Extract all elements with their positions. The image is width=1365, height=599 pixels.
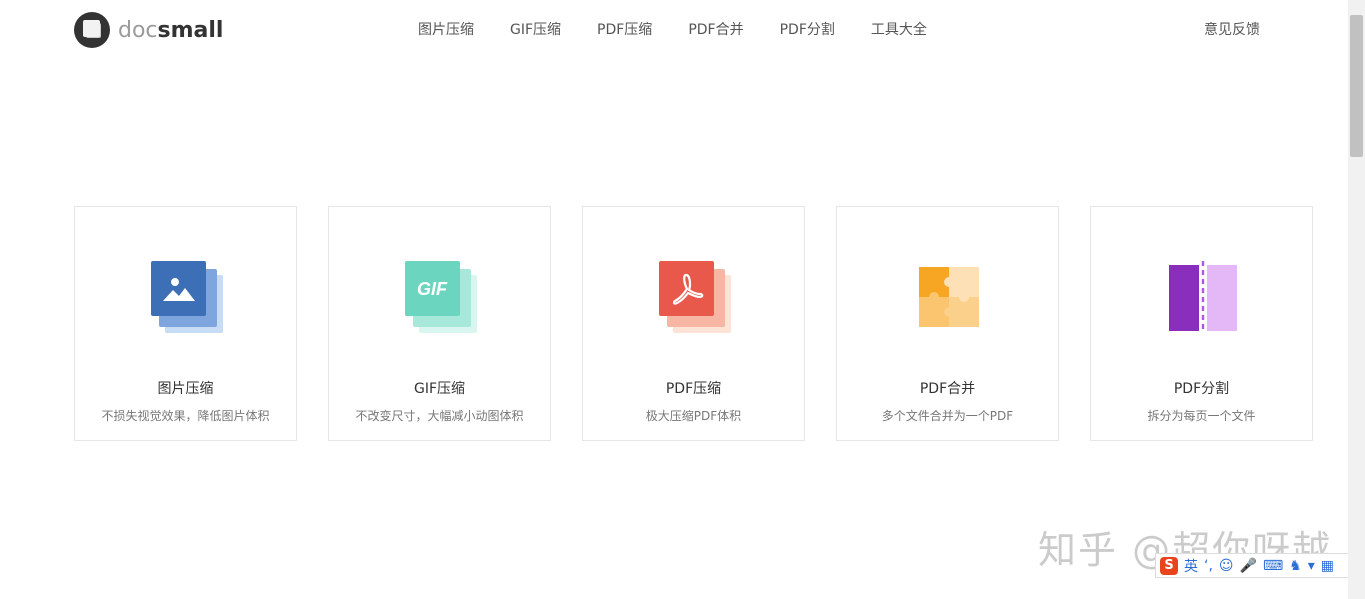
logo-text-small: small	[157, 17, 224, 43]
sogou-s-icon[interactable]: S	[1160, 556, 1178, 575]
card-title: PDF压缩	[665, 381, 722, 397]
logo-text-doc: doc	[118, 17, 158, 43]
card-title: PDF分割	[1173, 381, 1230, 397]
top-header: docsmall 图片压缩 GIF压缩 PDF压缩 PDF合并 PDF分割 工具…	[0, 0, 1348, 60]
nav-all-tools[interactable]: 工具大全	[871, 19, 927, 39]
skin-icon[interactable]: ♞	[1289, 558, 1302, 574]
vertical-scrollbar[interactable]	[1348, 0, 1365, 599]
puzzle-icon	[919, 267, 979, 327]
card-pdf-compress[interactable]: PDF压缩 极大压缩PDF体积	[582, 206, 805, 441]
card-title: 图片压缩	[157, 381, 214, 397]
card-pdf-merge[interactable]: PDF合并 多个文件合并为一个PDF	[836, 206, 1059, 441]
card-pdf-split[interactable]: PDF分割 拆分为每页一个文件	[1090, 206, 1313, 441]
keyboard-icon[interactable]: ⌨	[1263, 558, 1283, 574]
card-gif-compress[interactable]: GIF GIF压缩 不改变尺寸，大幅减小动图体积	[328, 206, 551, 441]
gif-badge-text: GIF	[417, 279, 448, 299]
nav-pdf-split[interactable]: PDF分割	[780, 19, 835, 39]
emoji-icon[interactable]: ☺	[1219, 558, 1234, 574]
nav-pdf-compress[interactable]: PDF压缩	[597, 19, 652, 39]
tool-cards: 图片压缩 不损失视觉效果，降低图片体积 GIF GIF压缩 不改变尺寸，大幅减小…	[74, 206, 1313, 441]
grid-menu-icon[interactable]: ▦	[1321, 558, 1334, 574]
shirt-icon[interactable]: ▾	[1308, 558, 1315, 574]
logo-text: docsmall	[118, 18, 223, 43]
gif-icon: GIF	[405, 261, 477, 333]
ime-toolbar[interactable]: S 英 ‘, ☺ 🎤 ⌨ ♞ ▾ ▦	[1155, 553, 1362, 578]
scrollbar-thumb[interactable]	[1350, 15, 1363, 157]
card-desc: 不损失视觉效果，降低图片体积	[101, 409, 270, 423]
ime-language-toggle[interactable]: 英	[1184, 556, 1198, 576]
main-nav: 图片压缩 GIF压缩 PDF压缩 PDF合并 PDF分割 工具大全	[418, 19, 927, 39]
nav-image-compress[interactable]: 图片压缩	[418, 19, 474, 39]
logo[interactable]: docsmall	[74, 12, 223, 48]
microphone-icon[interactable]: 🎤	[1240, 558, 1257, 574]
image-icon	[151, 261, 223, 333]
card-desc: 极大压缩PDF体积	[645, 409, 742, 423]
feedback-link[interactable]: 意见反馈	[1204, 19, 1260, 39]
punctuation-icon[interactable]: ‘,	[1204, 558, 1213, 574]
card-image-compress[interactable]: 图片压缩 不损失视觉效果，降低图片体积	[74, 206, 297, 441]
split-icon	[1169, 261, 1237, 333]
card-desc: 不改变尺寸，大幅减小动图体积	[355, 409, 524, 423]
card-desc: 拆分为每页一个文件	[1147, 409, 1256, 423]
nav-pdf-merge[interactable]: PDF合并	[688, 19, 743, 39]
nav-gif-compress[interactable]: GIF压缩	[510, 19, 561, 39]
logo-mark-icon	[74, 12, 110, 48]
card-desc: 多个文件合并为一个PDF	[881, 409, 1014, 423]
card-title: PDF合并	[919, 381, 976, 397]
pdf-icon	[659, 261, 731, 333]
card-title: GIF压缩	[413, 381, 466, 397]
